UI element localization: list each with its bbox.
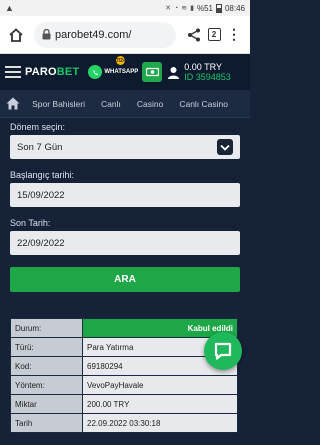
row-value: VevoPayHavale <box>82 375 238 395</box>
nav-item-sports[interactable]: Spor Bahisleri <box>32 99 85 109</box>
row-value: 200.00 TRY <box>82 394 238 414</box>
url-text: parobet49.com/ <box>55 28 132 41</box>
battery-icon <box>215 3 222 13</box>
account-info[interactable]: 0.00 TRY ID 3594853 <box>184 62 231 82</box>
main-nav: Spor Bahisleri Canlı Casino Canlı Casino <box>0 90 250 118</box>
lock-icon <box>42 29 51 40</box>
more-icon[interactable]: ⋮ <box>224 26 244 43</box>
wifi-icon: ≋ <box>181 5 188 12</box>
end-date-label: Son Tarih: <box>10 218 51 228</box>
share-icon[interactable] <box>184 28 204 42</box>
user-icon[interactable] <box>167 66 180 79</box>
site-logo[interactable]: PAROBET <box>25 66 79 78</box>
menu-icon[interactable] <box>5 66 21 78</box>
row-key: Kod: <box>10 356 83 376</box>
chevron-down-icon <box>217 139 233 155</box>
whatsapp-button[interactable]: WHATSAPP 7/24 <box>86 56 139 80</box>
whatsapp-icon <box>88 65 103 79</box>
table-row: Tarih 22.09.2022 03:30:18 <box>10 413 238 433</box>
table-row: Durum: Kabul edildi <box>10 318 238 338</box>
battery-percent: %51 <box>196 3 213 13</box>
end-date-input[interactable]: 22/09/2022 <box>10 231 240 255</box>
mute-icon: ✕ <box>165 5 171 12</box>
row-key: Miktar <box>10 394 83 414</box>
chat-icon[interactable] <box>204 332 242 370</box>
row-key: Türü: <box>10 337 83 357</box>
search-button[interactable]: ARA <box>10 267 240 292</box>
end-date-value: 22/09/2022 <box>17 237 65 249</box>
browser-toolbar: parobet49.com/ 2 ⋮ <box>0 16 250 54</box>
alarm-icon: ◔ <box>173 4 179 12</box>
nav-item-casino[interactable]: Casino <box>137 99 163 109</box>
site-header: PAROBET WHATSAPP 7/24 0.00 TRY ID 359485… <box>0 54 250 90</box>
tabs-icon[interactable]: 2 <box>204 28 224 41</box>
period-value: Son 7 Gün <box>17 141 63 153</box>
row-value: 22.09.2022 03:30:18 <box>82 413 238 433</box>
status-bar: ▲ ✕ ◔ ≋ ▮ %51 08:46 <box>0 0 250 16</box>
signal-icon: ▮ <box>190 5 194 12</box>
transaction-history-form: Dönem seçin: Son 7 Gün Başlangıç tarihi:… <box>0 122 250 433</box>
table-row: Kod: 69180294 <box>10 356 238 376</box>
whatsapp-label: WHATSAPP <box>104 69 139 75</box>
clock: 08:46 <box>224 3 245 13</box>
status-icons: ✕ ◔ ≋ ▮ %51 08:46 <box>165 3 245 13</box>
account-id: ID 3594853 <box>184 72 231 82</box>
table-row: Miktar 200.00 TRY <box>10 394 238 414</box>
home-icon[interactable] <box>6 27 26 43</box>
balance: 0.00 TRY <box>184 62 222 72</box>
notification-icon: ▲ <box>5 3 14 13</box>
nav-home-icon[interactable] <box>6 97 20 110</box>
row-key: Tarih <box>10 413 83 433</box>
period-label: Dönem seçin: <box>10 122 66 132</box>
row-key: Durum: <box>10 318 83 338</box>
start-date-value: 15/09/2022 <box>17 189 65 201</box>
row-key: Yöntem: <box>10 375 83 395</box>
nav-item-live-casino[interactable]: Canlı Casino <box>179 99 228 109</box>
address-bar[interactable]: parobet49.com/ <box>34 21 176 48</box>
nav-item-live[interactable]: Canlı <box>101 99 121 109</box>
period-select[interactable]: Son 7 Gün <box>10 135 240 159</box>
start-date-input[interactable]: 15/09/2022 <box>10 183 240 207</box>
tab-count: 2 <box>207 28 221 41</box>
transaction-details-table: Durum: Kabul edildi Türü: Para Yatırma K… <box>10 318 238 433</box>
start-date-label: Başlangıç tarihi: <box>10 170 75 180</box>
table-row: Yöntem: VevoPayHavale <box>10 375 238 395</box>
cashier-icon[interactable] <box>142 62 163 82</box>
whatsapp-badge: 7/24 <box>116 56 126 65</box>
